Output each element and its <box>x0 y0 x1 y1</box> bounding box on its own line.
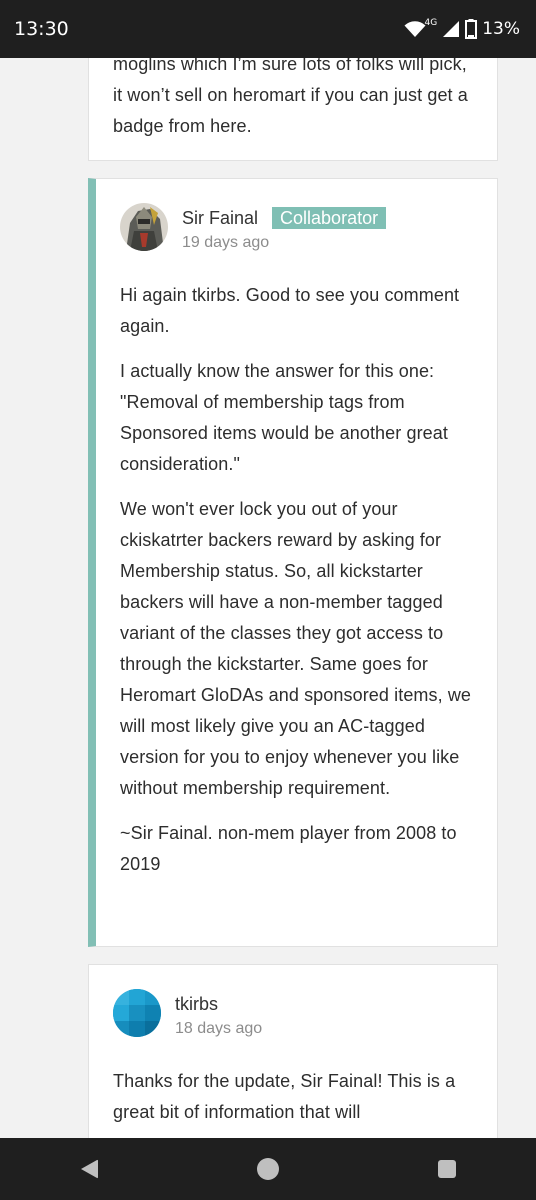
author-name[interactable]: tkirbs <box>175 992 218 1016</box>
comment-body: moglins which I’m sure lots of folks wil… <box>113 58 468 136</box>
comment-card-highlighted: Sir Fainal Collaborator 19 days ago Hi a… <box>88 178 498 947</box>
author-name[interactable]: Sir Fainal <box>182 206 258 230</box>
home-icon <box>256 1158 279 1180</box>
recents-icon <box>437 1160 456 1178</box>
comment-paragraph: I actually know the answer for this one:… <box>120 361 449 474</box>
home-button[interactable] <box>238 1149 298 1189</box>
battery-level: 13% <box>482 19 520 39</box>
battery-icon <box>465 19 478 39</box>
status-bar: 13:30 4G 13% <box>0 0 536 58</box>
comment-author: tkirbs 18 days ago <box>89 965 497 1038</box>
comment-paragraph: Hi again tkirbs. Good to see you comment… <box>120 285 460 336</box>
back-icon <box>81 1159 99 1179</box>
comment-paragraph: Thanks for the update, Sir Fainal! This … <box>113 1071 456 1122</box>
wifi-icon <box>404 21 425 37</box>
comments-thread[interactable]: moglins which I’m sure lots of folks wil… <box>0 58 536 1138</box>
comment-paragraph: We won't ever lock you out of your ckisk… <box>120 499 472 798</box>
comment-timestamp: 18 days ago <box>175 1020 263 1037</box>
comment-author: Sir Fainal Collaborator 19 days ago <box>96 179 497 252</box>
comment-card: moglins which I’m sure lots of folks wil… <box>88 58 498 161</box>
status-time: 13:30 <box>14 18 69 40</box>
network-type: 4G <box>424 18 438 28</box>
signal-icon <box>443 21 460 37</box>
recents-button[interactable] <box>417 1149 477 1189</box>
collaborator-badge: Collaborator <box>272 207 387 229</box>
comment-timestamp: 19 days ago <box>182 234 270 251</box>
status-icons: 4G 13% <box>404 18 520 39</box>
system-nav-bar <box>0 1138 536 1200</box>
avatar[interactable] <box>120 203 168 251</box>
avatar[interactable] <box>113 989 161 1037</box>
comment-card: tkirbs 18 days ago Thanks for the update… <box>88 964 498 1138</box>
back-button[interactable] <box>59 1149 119 1189</box>
comment-paragraph: ~Sir Fainal. non-mem player from 2008 to… <box>120 823 457 874</box>
